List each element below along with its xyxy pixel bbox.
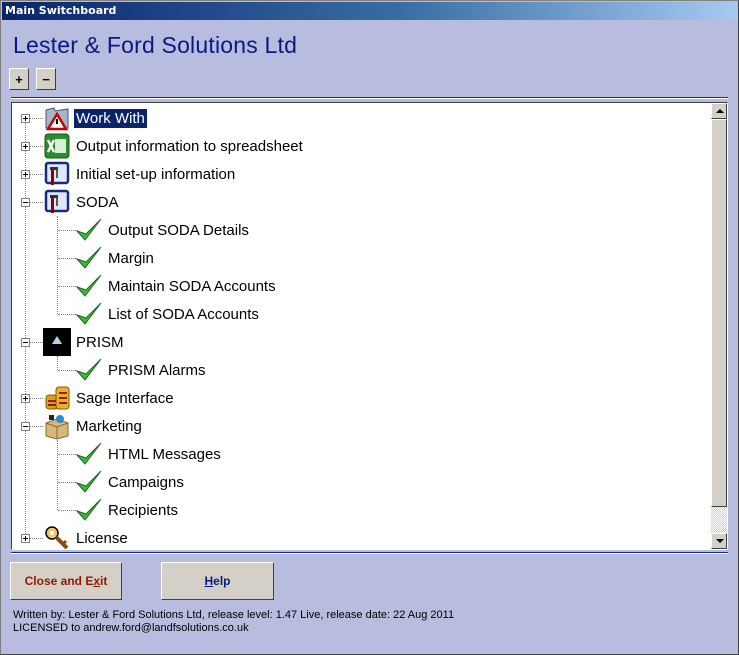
checkmark-icon (75, 440, 103, 468)
collapse-icon[interactable] (21, 198, 30, 207)
tree-node-label[interactable]: Output information to spreadsheet (74, 137, 305, 156)
close-label-accel: x (93, 574, 101, 588)
help-button[interactable]: Help (161, 562, 274, 600)
main-switchboard-window: Main Switchboard Lester & Ford Solutions… (0, 0, 739, 655)
expand-icon[interactable] (21, 534, 30, 543)
scroll-down-button[interactable] (711, 533, 727, 549)
tree-connector (58, 286, 76, 288)
close-and-exit-button[interactable]: Close and Exit (10, 562, 122, 600)
checkmark-icon (75, 356, 103, 384)
checkmark-icon (75, 496, 103, 524)
title-bar[interactable]: Main Switchboard (2, 2, 737, 20)
help-label-post: elp (213, 574, 231, 588)
excel-icon (43, 132, 71, 160)
tree-branch-line (57, 440, 59, 510)
tree-root-line (25, 118, 27, 538)
expand-all-button[interactable]: + (9, 68, 29, 90)
tree-node-label[interactable]: Output SODA Details (106, 221, 251, 240)
tree-connector (58, 510, 76, 512)
tree-node-label[interactable]: Maintain SODA Accounts (106, 277, 278, 296)
close-label-pre: Close and E (24, 574, 94, 588)
tree-node-label[interactable]: Recipients (106, 501, 180, 520)
collapse-icon[interactable] (21, 338, 30, 347)
tree-node-label[interactable]: Campaigns (106, 473, 186, 492)
tree-connector (29, 342, 43, 344)
tree-connector (29, 118, 43, 120)
tree-connector (58, 230, 76, 232)
scrollbar-thumb[interactable] (711, 119, 727, 507)
tree-connector (58, 454, 76, 456)
divider-top (11, 97, 728, 99)
tree-node-label[interactable]: PRISM (74, 333, 126, 352)
tree-connector (29, 146, 43, 148)
tree-branch-line (57, 356, 59, 370)
setup-window-icon (43, 160, 71, 188)
arrow-down-icon (716, 539, 724, 543)
checkmark-icon (75, 272, 103, 300)
license-info: LICENSED to andrew.ford@landfsolutions.c… (13, 622, 249, 634)
tree-connector (29, 426, 43, 428)
checkmark-icon (75, 216, 103, 244)
tree-connector (29, 174, 43, 176)
tree-node-label[interactable]: Marketing (74, 417, 144, 436)
tree-node-label[interactable]: List of SODA Accounts (106, 305, 261, 324)
tree-connector (58, 258, 76, 260)
tree-connector (58, 314, 76, 316)
tree-node-label[interactable]: Sage Interface (74, 389, 176, 408)
tree-node-label[interactable]: Initial set-up information (74, 165, 237, 184)
coins-icon (43, 384, 71, 412)
checkmark-icon (75, 468, 103, 496)
tree-node-label[interactable]: SODA (74, 193, 121, 212)
close-label-post: it (100, 574, 108, 588)
scroll-up-button[interactable] (711, 103, 727, 119)
vertical-scrollbar[interactable] (711, 103, 727, 549)
tree-node-label[interactable]: HTML Messages (106, 445, 223, 464)
release-info: Written by: Lester & Ford Solutions Ltd,… (13, 609, 455, 621)
tree-connector (29, 538, 43, 540)
collapse-all-button[interactable]: − (36, 68, 56, 90)
tree-node-label[interactable]: Work With (73, 108, 148, 129)
tree-connector (29, 398, 43, 400)
checkmark-icon (75, 300, 103, 328)
window-title: Main Switchboard (5, 4, 117, 17)
tree-node-label[interactable]: PRISM Alarms (106, 361, 208, 380)
checkmark-icon (75, 244, 103, 272)
divider-bottom (11, 552, 728, 554)
prism-icon (43, 328, 71, 356)
tree-items: Work With Output information to spreadshe… (12, 103, 711, 549)
collapse-icon[interactable] (21, 422, 30, 431)
box-icon (43, 412, 71, 440)
expand-icon[interactable] (21, 114, 30, 123)
tree-node-label[interactable]: Margin (106, 249, 156, 268)
tree-connector (58, 482, 76, 484)
expand-icon[interactable] (21, 142, 30, 151)
expand-icon[interactable] (21, 394, 30, 403)
setup-window-icon (43, 188, 71, 216)
folder-warning-icon (43, 104, 71, 132)
switchboard-tree[interactable]: Work With Output information to spreadshe… (11, 102, 728, 550)
key-icon (43, 524, 71, 549)
expand-icon[interactable] (21, 170, 30, 179)
arrow-up-icon (716, 109, 724, 113)
tree-node-label[interactable]: License (74, 529, 130, 548)
help-label-accel: H (204, 574, 214, 588)
tree-connector (58, 370, 76, 372)
tree-connector (29, 202, 43, 204)
company-name-heading: Lester & Ford Solutions Ltd (13, 32, 298, 58)
